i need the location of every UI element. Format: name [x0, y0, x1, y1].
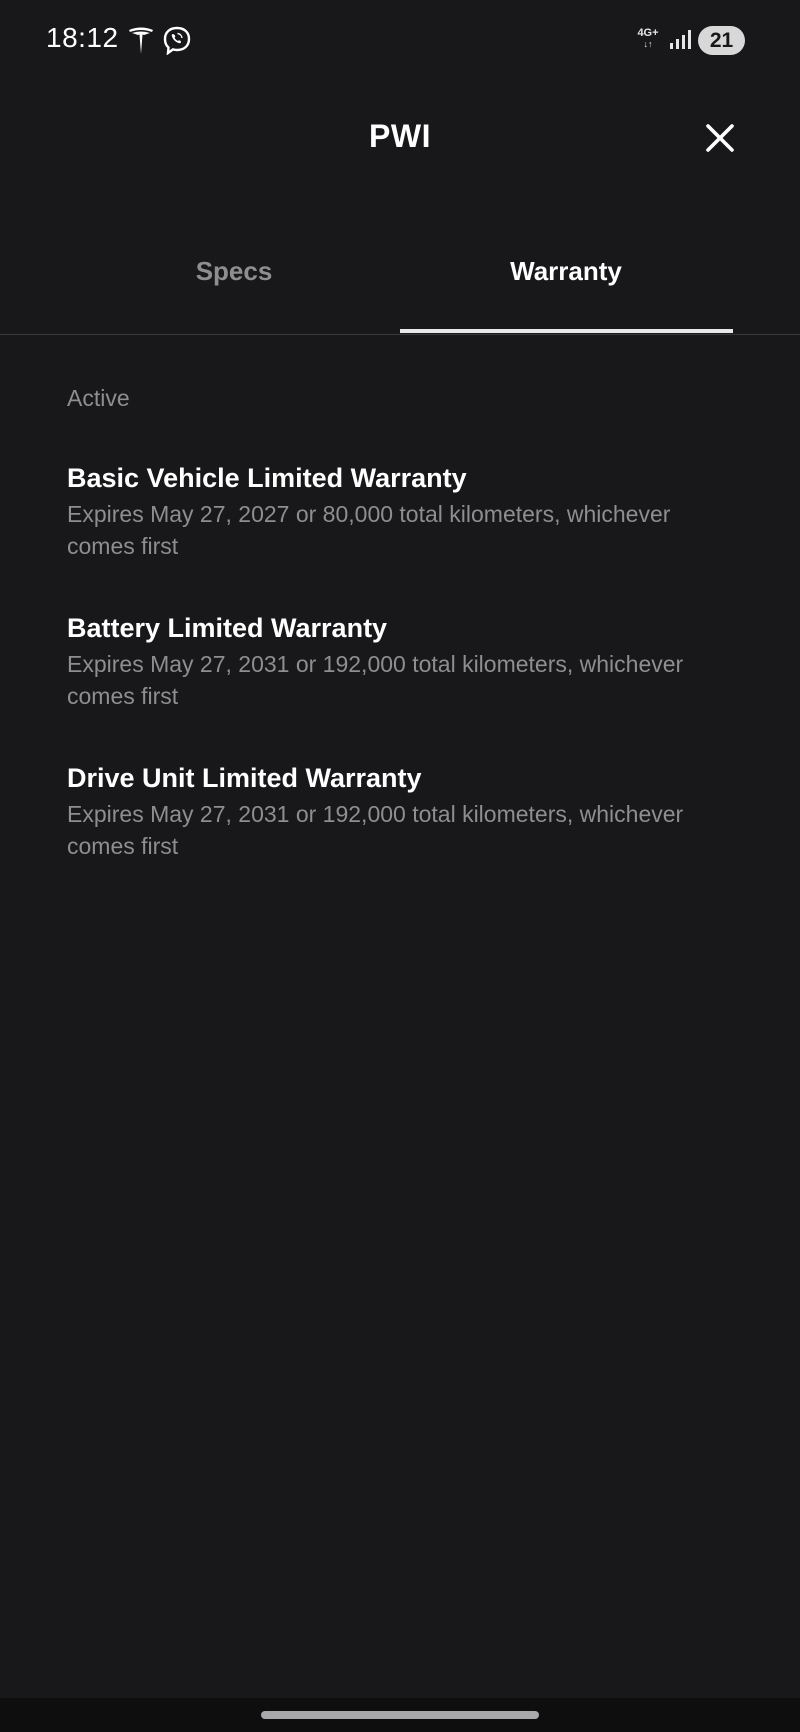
section-label-active: Active	[67, 385, 130, 411]
network-indicator: 4G+ ↓↑	[636, 28, 660, 50]
warranty-title: Drive Unit Limited Warranty	[67, 763, 422, 793]
warranty-title: Basic Vehicle Limited Warranty	[67, 463, 467, 493]
battery-indicator: 21	[698, 26, 745, 55]
warranty-description: Expires May 27, 2031 or 192,000 total ki…	[67, 651, 684, 709]
warranty-description: Expires May 27, 2027 or 80,000 total kil…	[67, 501, 671, 559]
viber-icon	[163, 26, 191, 55]
warranty-description: Expires May 27, 2031 or 192,000 total ki…	[67, 801, 684, 859]
tab-divider	[0, 334, 800, 335]
home-indicator[interactable]	[261, 1711, 539, 1719]
warranty-item: Drive Unit Limited Warranty Expires May …	[67, 760, 747, 910]
active-tab-indicator	[400, 329, 733, 333]
close-icon	[706, 124, 734, 152]
warranty-item: Basic Vehicle Limited Warranty Expires M…	[67, 460, 747, 610]
status-bar: 18:12 4G+ ↓↑ 21	[0, 0, 800, 80]
system-nav-bar	[0, 1698, 800, 1732]
tab-bar: Specs Warranty	[0, 240, 800, 336]
tesla-icon	[129, 27, 153, 54]
warranty-title: Battery Limited Warranty	[67, 613, 388, 643]
page-title: PWI	[369, 118, 431, 154]
tab-warranty[interactable]: Warranty	[400, 256, 732, 287]
network-arrows: ↓↑	[643, 39, 653, 49]
network-type: 4G+	[637, 27, 659, 39]
warranty-item: Battery Limited Warranty Expires May 27,…	[67, 610, 747, 760]
signal-icon	[670, 30, 691, 49]
warranty-list: Basic Vehicle Limited Warranty Expires M…	[67, 460, 747, 910]
close-button[interactable]	[700, 118, 740, 158]
status-time: 18:12	[46, 22, 119, 53]
tab-specs[interactable]: Specs	[68, 256, 400, 287]
